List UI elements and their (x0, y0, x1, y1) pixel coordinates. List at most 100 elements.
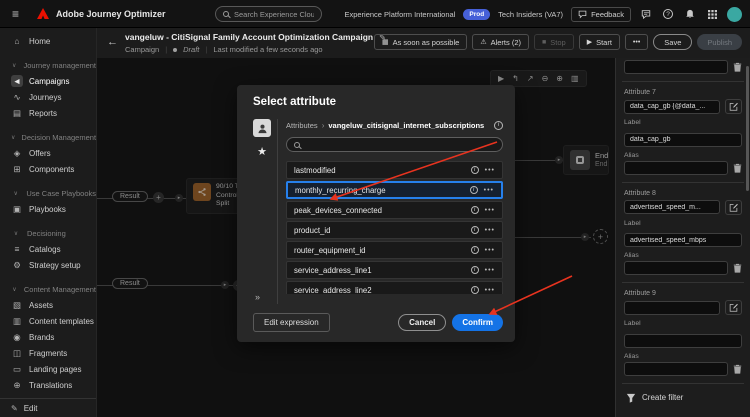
result-badge[interactable]: Result (112, 278, 148, 289)
sidebar-item[interactable]: ◉ Brands (0, 329, 96, 345)
zoom-out-icon[interactable]: ⊖ (542, 74, 549, 83)
attribute-search[interactable] (286, 137, 503, 152)
profile-attributes-icon[interactable] (253, 119, 271, 137)
info-icon[interactable]: i (469, 186, 478, 194)
label-field[interactable] (624, 333, 742, 348)
scrollbar[interactable] (746, 66, 749, 191)
start-button[interactable]: ▶ Start (578, 34, 620, 50)
alias-field[interactable] (624, 160, 728, 175)
row-more-icon[interactable]: ••• (485, 287, 495, 294)
row-more-icon[interactable]: ••• (484, 187, 494, 194)
org-name[interactable]: Experience Platform International (344, 10, 455, 19)
sidebar-edit-button[interactable]: ✎ Edit (0, 398, 96, 417)
trash-icon[interactable] (733, 364, 742, 374)
save-button[interactable]: Save (653, 34, 693, 50)
favorites-icon[interactable]: ★ (257, 145, 267, 158)
sidebar-item[interactable]: ∨ Decisioning (0, 225, 96, 241)
edit-expression-icon[interactable] (725, 99, 742, 114)
trash-icon[interactable] (733, 163, 742, 173)
fit-view-icon[interactable]: ↗ (527, 74, 534, 83)
info-icon[interactable]: i (470, 246, 479, 254)
sidebar-item[interactable]: ∨ Journey management (0, 57, 96, 73)
edit-expression-icon[interactable] (725, 300, 742, 315)
undo-icon[interactable]: ↰ (512, 74, 519, 83)
sidebar-item[interactable]: ∨ Use Case Playbooks (0, 185, 96, 201)
zoom-in-icon[interactable]: ⊕ (556, 74, 563, 83)
bell-icon[interactable] (683, 7, 697, 21)
sidebar-item[interactable]: ∿ Journeys (0, 89, 96, 105)
sidebar-item[interactable]: ◫ Fragments (0, 345, 96, 361)
stop-button[interactable]: ■ Stop (534, 34, 574, 50)
sidebar-item[interactable]: ◈ Offers (0, 145, 96, 161)
more-actions-button[interactable]: ••• (624, 34, 649, 50)
sidebar-item[interactable]: ≡ Catalogs (0, 241, 96, 257)
alias-field[interactable] (624, 261, 728, 275)
sidebar-item[interactable]: ▧ Assets (0, 297, 96, 313)
avatar[interactable] (727, 6, 742, 22)
sidebar-item[interactable]: ⊕ Translations (0, 377, 96, 393)
attribute-row[interactable]: service_address_line2 i ••• (286, 281, 503, 294)
sidebar-item[interactable]: ▣ Playbooks (0, 201, 96, 217)
sidebar-item[interactable]: ▭ Landing pages (0, 361, 96, 377)
alerts-button[interactable]: ⚠ Alerts (2) (472, 34, 530, 50)
chat-icon[interactable] (639, 7, 653, 21)
menu-icon[interactable]: ≡ (12, 7, 19, 21)
trash-icon[interactable] (733, 263, 742, 273)
panel-icon[interactable]: ▥ (571, 74, 579, 83)
global-search[interactable] (215, 6, 322, 22)
publish-button[interactable]: Publish (697, 34, 742, 50)
label-field[interactable] (624, 132, 742, 147)
sidebar-item[interactable]: ∨ Content Management (0, 281, 96, 297)
row-more-icon[interactable]: ••• (485, 207, 495, 214)
alias-field[interactable] (624, 361, 728, 376)
tenant-name[interactable]: Tech Insiders (VA7) (498, 10, 563, 19)
global-search-input[interactable] (234, 9, 314, 19)
info-icon[interactable]: i (470, 166, 479, 174)
cancel-button[interactable]: Cancel (398, 314, 447, 331)
sidebar-item[interactable]: ∨ Decision Management (0, 129, 96, 145)
info-icon[interactable]: i (470, 206, 479, 214)
info-icon[interactable]: i (470, 226, 479, 234)
help-icon[interactable]: ? (661, 7, 675, 21)
info-icon[interactable]: i (470, 266, 479, 274)
row-more-icon[interactable]: ••• (485, 247, 495, 254)
add-node-button[interactable]: + (153, 192, 164, 203)
attribute-row[interactable]: product_id i ••• (286, 221, 503, 239)
end-node[interactable]: End End (563, 145, 609, 175)
trash-icon[interactable] (733, 62, 742, 72)
row-more-icon[interactable]: ••• (485, 167, 495, 174)
create-filter-button[interactable]: Create filter (624, 384, 742, 412)
info-icon[interactable]: i (494, 120, 503, 130)
schedule-button[interactable]: ▦ As soon as possible (373, 34, 468, 50)
collapse-rail-icon[interactable]: » (255, 292, 260, 302)
sidebar-item[interactable]: ⊞ Components (0, 161, 96, 177)
alias-field[interactable] (624, 60, 728, 74)
row-more-icon[interactable]: ••• (485, 267, 495, 274)
back-icon[interactable]: ← (107, 36, 118, 48)
row-more-icon[interactable]: ••• (485, 227, 495, 234)
pointer-icon[interactable]: ▶ (498, 74, 504, 83)
edit-expression-button[interactable]: Edit expression (253, 313, 330, 332)
attribute-value-field[interactable] (624, 200, 720, 214)
attribute-value-field[interactable] (624, 300, 720, 315)
attribute-row[interactable]: router_equipment_id i ••• (286, 241, 503, 259)
info-icon[interactable]: i (470, 286, 479, 294)
attribute-row[interactable]: monthly_recurring_charge i ••• (286, 181, 503, 199)
breadcrumb-root[interactable]: Attributes (286, 121, 318, 130)
sidebar-item[interactable]: ◄ Campaigns (0, 73, 96, 89)
app-switcher-icon[interactable] (705, 7, 719, 21)
label-field[interactable] (624, 233, 742, 247)
feedback-button[interactable]: Feedback (571, 6, 631, 22)
sidebar-item[interactable]: ⌂ Home (0, 33, 96, 49)
add-node-placeholder[interactable]: + (593, 229, 608, 244)
attribute-search-input[interactable] (305, 140, 495, 149)
sidebar-item[interactable]: ⚙ Strategy setup (0, 257, 96, 273)
attribute-row[interactable]: service_address_line1 i ••• (286, 261, 503, 279)
attribute-row[interactable]: peak_devices_connected i ••• (286, 201, 503, 219)
edit-expression-icon[interactable] (725, 199, 742, 215)
sidebar-item[interactable]: ▥ Content templates (0, 313, 96, 329)
attribute-value-field[interactable] (624, 99, 720, 114)
confirm-button[interactable]: Confirm (452, 314, 503, 331)
attribute-row[interactable]: lastmodified i ••• (286, 161, 503, 179)
sidebar-item[interactable]: ▤ Reports (0, 105, 96, 121)
